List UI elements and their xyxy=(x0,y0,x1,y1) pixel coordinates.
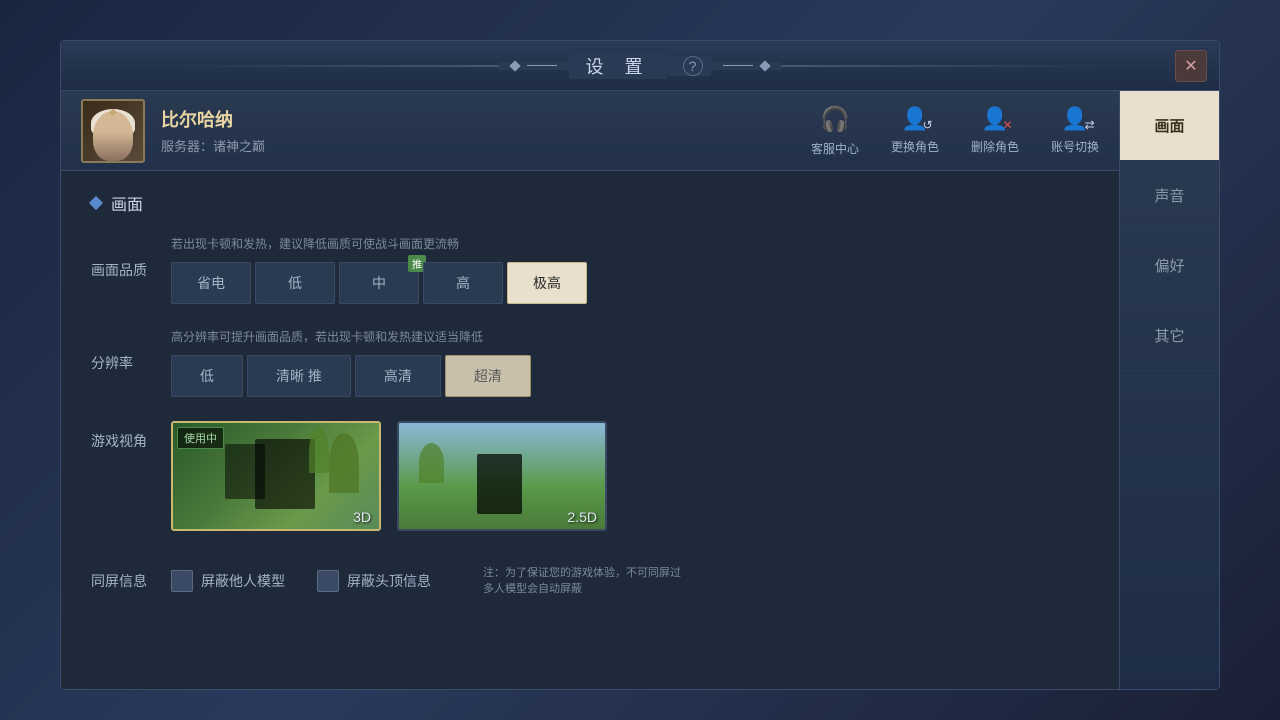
res-btn-low[interactable]: 低 xyxy=(171,355,243,397)
customer-service-button[interactable]: 🎧 客服中心 xyxy=(811,105,859,157)
res-btn-ultra[interactable]: 超清 xyxy=(445,355,531,397)
same-screen-row: 同屏信息 屏蔽他人模型 屏蔽头顶信息 注：为了保证您的游戏体验，不可同屏过多人模… xyxy=(91,555,1089,607)
dialog-title: 设 置 xyxy=(569,53,666,79)
view-3d-label: 3D xyxy=(353,509,371,525)
title-line-right xyxy=(723,65,753,66)
view-angle-label: 游戏视角 xyxy=(91,421,171,451)
headset-icon: 🎧 xyxy=(820,105,850,134)
title-left-decoration xyxy=(499,62,569,70)
res-btn-clear[interactable]: 清晰 推 xyxy=(247,355,351,397)
quality-btn-low[interactable]: 低 xyxy=(255,262,335,304)
resolution-control: 高分辨率可提升画面品质，若出现卡顿和发热建议适当降低 低 清晰 推 高清 超清 xyxy=(171,328,1089,397)
change-role-button[interactable]: 👤↺ 更换角色 xyxy=(891,106,939,155)
close-button[interactable]: ✕ xyxy=(1175,50,1207,82)
server-label: 服务器： xyxy=(161,139,213,154)
profile-info: 比尔哈纳 服务器：诸神之巅 xyxy=(161,106,265,155)
same-screen-label: 同屏信息 xyxy=(91,571,171,591)
avatar-crown-icon: ◆ xyxy=(109,107,117,118)
view-2.5d-label: 2.5D xyxy=(567,509,597,525)
view-2.5d-option[interactable]: 2.5D xyxy=(397,421,607,531)
clear-badge: 推 xyxy=(308,368,322,384)
same-screen-controls: 屏蔽他人模型 屏蔽头顶信息 注：为了保证您的游戏体验，不可同屏过多人模型会自动屏… xyxy=(171,565,683,598)
right-sidebar: 画面 声音 偏好 其它 xyxy=(1119,91,1219,689)
view-angle-row: 游戏视角 使用中 3D xyxy=(91,421,1089,531)
3d-tree xyxy=(329,433,359,493)
delete-role-label: 删除角色 xyxy=(971,138,1019,155)
view-3d-option[interactable]: 使用中 3D xyxy=(171,421,381,531)
customer-service-label: 客服中心 xyxy=(811,140,859,157)
delete-role-button[interactable]: 👤✕ 删除角色 xyxy=(971,106,1019,155)
quality-btn-save[interactable]: 省电 xyxy=(171,262,251,304)
switch-account-icon: 👤⇄ xyxy=(1061,106,1088,132)
profile-actions: 🎧 客服中心 👤↺ 更换角色 👤✕ 删除角色 👤⇄ 账号切换 xyxy=(811,105,1099,157)
block-models-group: 屏蔽他人模型 xyxy=(171,570,285,592)
settings-dialog: 设 置 ? ✕ ◆ 比尔哈纳 服务器：诸神之巅 xyxy=(60,40,1220,690)
tab-sound[interactable]: 声音 xyxy=(1120,161,1219,231)
quality-btn-ultra[interactable]: 极高 xyxy=(507,262,587,304)
change-role-icon: 👤↺ xyxy=(901,106,928,132)
block-names-label: 屏蔽头顶信息 xyxy=(347,571,431,591)
server-info: 服务器：诸神之巅 xyxy=(161,136,265,155)
block-models-checkbox[interactable] xyxy=(171,570,193,592)
tab-other[interactable]: 其它 xyxy=(1120,301,1219,371)
diamond-right xyxy=(759,60,770,71)
tab-preference[interactable]: 偏好 xyxy=(1120,231,1219,301)
tab-graphics[interactable]: 画面 xyxy=(1120,91,1219,161)
switch-account-button[interactable]: 👤⇄ 账号切换 xyxy=(1051,106,1099,155)
block-models-label: 屏蔽他人模型 xyxy=(201,571,285,591)
avatar: ◆ xyxy=(81,99,145,163)
quality-btn-group: 省电 低 中 推 高 极高 xyxy=(171,262,1089,304)
same-screen-note: 注：为了保证您的游戏体验，不可同屏过多人模型会自动屏蔽 xyxy=(483,565,683,598)
quality-btn-high[interactable]: 高 xyxy=(423,262,503,304)
change-role-label: 更换角色 xyxy=(891,138,939,155)
quality-control: 若出现卡顿和发热，建议降低画质可使战斗画面更流畅 省电 低 中 推 高 极高 xyxy=(171,235,1089,304)
2.5d-tree xyxy=(419,443,444,483)
player-name: 比尔哈纳 xyxy=(161,106,265,132)
resolution-btn-group: 低 清晰 推 高清 超清 xyxy=(171,355,1089,397)
section-header: 画面 xyxy=(91,191,1089,215)
dialog-body: ◆ 比尔哈纳 服务器：诸神之巅 🎧 客服中心 👤↺ 更换角色 xyxy=(61,91,1219,689)
quality-row: 画面品质 若出现卡顿和发热，建议降低画质可使战斗画面更流畅 省电 低 中 推 高… xyxy=(91,235,1089,304)
quality-hint: 若出现卡顿和发热，建议降低画质可使战斗画面更流畅 xyxy=(171,235,1089,252)
section-title: 画面 xyxy=(111,191,143,215)
in-use-badge: 使用中 xyxy=(177,427,224,449)
res-btn-hd[interactable]: 高清 xyxy=(355,355,441,397)
main-content: ◆ 比尔哈纳 服务器：诸神之巅 🎧 客服中心 👤↺ 更换角色 xyxy=(61,91,1119,689)
quality-btn-medium[interactable]: 中 推 xyxy=(339,262,419,304)
avatar-face xyxy=(93,111,133,161)
section-diamond-icon xyxy=(89,196,103,210)
block-names-checkbox[interactable] xyxy=(317,570,339,592)
view-angle-thumbnails: 使用中 3D 2.5D xyxy=(171,421,607,531)
settings-area: 画面 画面品质 若出现卡顿和发热，建议降低画质可使战斗画面更流畅 省电 低 中 … xyxy=(61,171,1119,689)
2.5d-character xyxy=(477,454,522,514)
help-button[interactable]: ? xyxy=(683,56,703,76)
delete-role-icon: 👤✕ xyxy=(981,106,1008,132)
block-names-group: 屏蔽头顶信息 xyxy=(317,570,431,592)
3d-character2 xyxy=(225,444,265,499)
diamond-left xyxy=(510,60,521,71)
title-bar: 设 置 ? ✕ xyxy=(61,41,1219,91)
3d-tree2 xyxy=(309,428,329,473)
switch-account-label: 账号切换 xyxy=(1051,138,1099,155)
resolution-hint: 高分辨率可提升画面品质，若出现卡顿和发热建议适当降低 xyxy=(171,328,1089,345)
server-name: 诸神之巅 xyxy=(213,139,265,154)
resolution-row: 分辨率 高分辨率可提升画面品质，若出现卡顿和发热建议适当降低 低 清晰 推 高清… xyxy=(91,328,1089,397)
title-line-left xyxy=(527,65,557,66)
quality-label: 画面品质 xyxy=(91,260,171,280)
profile-bar: ◆ 比尔哈纳 服务器：诸神之巅 🎧 客服中心 👤↺ 更换角色 xyxy=(61,91,1119,171)
resolution-label: 分辨率 xyxy=(91,353,171,373)
title-right-decoration xyxy=(711,62,781,70)
